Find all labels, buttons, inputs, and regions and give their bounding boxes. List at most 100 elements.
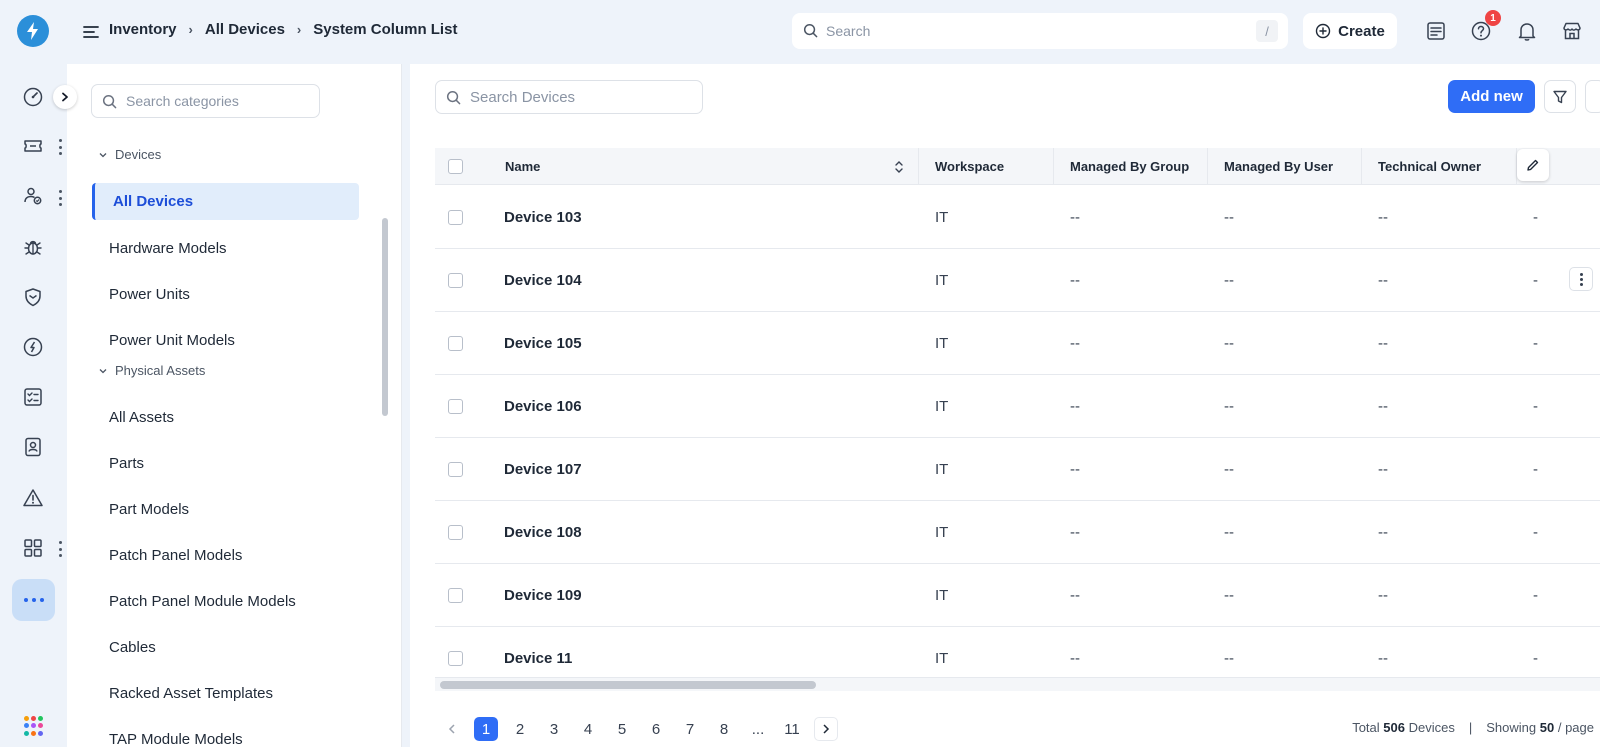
plus-circle-icon	[1315, 23, 1331, 39]
users-icon[interactable]	[21, 184, 45, 208]
page-3-button[interactable]: 3	[542, 717, 566, 741]
table-row[interactable]: Device 107 IT -- -- -- -	[435, 438, 1600, 501]
row-checkbox[interactable]	[448, 651, 463, 666]
row-checkbox[interactable]	[448, 273, 463, 288]
summary-divider: |	[1468, 720, 1473, 735]
device-name[interactable]: Device 106	[504, 375, 582, 438]
scrollbar-thumb[interactable]	[382, 218, 388, 416]
device-name[interactable]: Device 109	[504, 564, 582, 627]
category-item-power-units[interactable]: Power Units	[109, 286, 190, 303]
page-1-button[interactable]: 1	[474, 717, 498, 741]
device-name[interactable]: Device 108	[504, 501, 582, 564]
page-11-button[interactable]: 11	[780, 717, 804, 741]
page-ellipsis: ...	[751, 720, 765, 738]
column-header-managed-by-group[interactable]: Managed By Group	[1054, 148, 1208, 185]
global-search-input[interactable]: Search /	[792, 13, 1288, 49]
reports-icon[interactable]	[1424, 19, 1448, 43]
table-row[interactable]: Device 105 IT -- -- -- -	[435, 312, 1600, 375]
more-icon[interactable]	[12, 579, 55, 621]
collapse-sidebar-button[interactable]	[53, 85, 77, 109]
bug-icon[interactable]	[21, 235, 45, 259]
page-5-button[interactable]: 5	[610, 717, 634, 741]
category-item-racked-asset-templates[interactable]: Racked Asset Templates	[109, 685, 273, 702]
menu-icon[interactable]	[83, 24, 99, 40]
row-checkbox[interactable]	[448, 525, 463, 540]
category-item-patch-panel-module-models[interactable]: Patch Panel Module Models	[109, 593, 296, 610]
device-name[interactable]: Device 105	[504, 312, 582, 375]
row-actions-button[interactable]	[1569, 267, 1593, 291]
dashboard-icon[interactable]	[21, 85, 45, 109]
sort-icon[interactable]	[894, 159, 904, 175]
category-item-cables[interactable]: Cables	[109, 639, 156, 656]
apps-menu-dots-icon[interactable]	[57, 541, 63, 557]
apps-icon[interactable]	[21, 536, 45, 560]
create-button[interactable]: Create	[1303, 13, 1397, 49]
breadcrumb-all-devices[interactable]: All Devices	[205, 21, 285, 38]
warning-icon[interactable]	[21, 486, 45, 510]
filter-button[interactable]	[1544, 80, 1576, 113]
row-checkbox[interactable]	[448, 336, 463, 351]
column-header-technical-owner[interactable]: Technical Owner	[1362, 148, 1517, 185]
shield-icon[interactable]	[21, 285, 45, 309]
table-horizontal-scrollbar[interactable]	[435, 677, 1600, 691]
column-header-workspace[interactable]: Workspace	[919, 148, 1054, 185]
table-row[interactable]: Device 103 IT -- -- -- -	[435, 186, 1600, 249]
device-search-input[interactable]: Search Devices	[435, 80, 703, 114]
ticket-icon[interactable]	[21, 134, 45, 158]
workspace-cell: IT	[935, 335, 949, 352]
scrollbar-thumb[interactable]	[440, 681, 816, 689]
category-item-parts[interactable]: Parts	[109, 455, 144, 472]
category-group-physical-assets[interactable]: Physical Assets	[99, 363, 205, 378]
add-new-button[interactable]: Add new	[1448, 80, 1535, 113]
table-row[interactable]: Device 104 IT -- -- -- -	[435, 249, 1600, 312]
ticket-menu-dots-icon[interactable]	[57, 139, 63, 155]
managed-by-group-cell: --	[1070, 461, 1080, 478]
edit-columns-button[interactable]	[1517, 149, 1549, 181]
app-logo[interactable]	[17, 15, 49, 47]
users-menu-dots-icon[interactable]	[57, 190, 63, 206]
row-checkbox[interactable]	[448, 588, 463, 603]
page-6-button[interactable]: 6	[644, 717, 668, 741]
category-scrollbar[interactable]	[382, 152, 388, 747]
category-item-tap-module-models[interactable]: TAP Module Models	[109, 731, 243, 747]
managed-by-user-cell: --	[1224, 587, 1234, 604]
category-item-patch-panel-models[interactable]: Patch Panel Models	[109, 547, 242, 564]
column-header-managed-by-user[interactable]: Managed By User	[1208, 148, 1362, 185]
table-row[interactable]: Device 109 IT -- -- -- -	[435, 564, 1600, 627]
device-name[interactable]: Device 103	[504, 186, 582, 249]
table-row[interactable]: Device 106 IT -- -- -- -	[435, 375, 1600, 438]
page-7-button[interactable]: 7	[678, 717, 702, 741]
store-icon[interactable]	[1560, 19, 1584, 43]
category-item-all-assets[interactable]: All Assets	[109, 409, 174, 426]
truncated-cell: -	[1533, 398, 1538, 415]
device-name[interactable]: Device 104	[504, 249, 582, 312]
page-8-button[interactable]: 8	[712, 717, 736, 741]
page-size-text[interactable]: Showing 50 / page	[1486, 720, 1594, 735]
category-group-devices[interactable]: Devices	[99, 147, 161, 162]
next-page-button[interactable]	[814, 717, 838, 741]
column-header-name[interactable]: Name	[489, 148, 919, 185]
column-header-label: Name	[505, 159, 541, 174]
app-launcher-icon[interactable]	[24, 716, 44, 736]
category-item-hardware-models[interactable]: Hardware Models	[109, 240, 227, 257]
bell-icon[interactable]	[1515, 19, 1539, 43]
prev-page-button[interactable]	[440, 717, 464, 741]
page-2-button[interactable]: 2	[508, 717, 532, 741]
checklist-icon[interactable]	[21, 385, 45, 409]
category-item-part-models[interactable]: Part Models	[109, 501, 189, 518]
workspace-cell: IT	[935, 398, 949, 415]
table-options-button[interactable]	[1585, 80, 1600, 113]
select-all-checkbox[interactable]	[448, 159, 463, 174]
breadcrumb-inventory[interactable]: Inventory	[109, 21, 177, 38]
contact-book-icon[interactable]	[21, 435, 45, 459]
row-checkbox[interactable]	[448, 210, 463, 225]
category-item-power-unit-models[interactable]: Power Unit Models	[109, 332, 235, 349]
category-search-input[interactable]: Search categories	[91, 84, 320, 118]
compass-icon[interactable]	[21, 335, 45, 359]
row-checkbox[interactable]	[448, 399, 463, 414]
table-row[interactable]: Device 108 IT -- -- -- -	[435, 501, 1600, 564]
row-checkbox[interactable]	[448, 462, 463, 477]
device-name[interactable]: Device 107	[504, 438, 582, 501]
page-4-button[interactable]: 4	[576, 717, 600, 741]
category-item-all-devices[interactable]: All Devices	[92, 183, 359, 220]
